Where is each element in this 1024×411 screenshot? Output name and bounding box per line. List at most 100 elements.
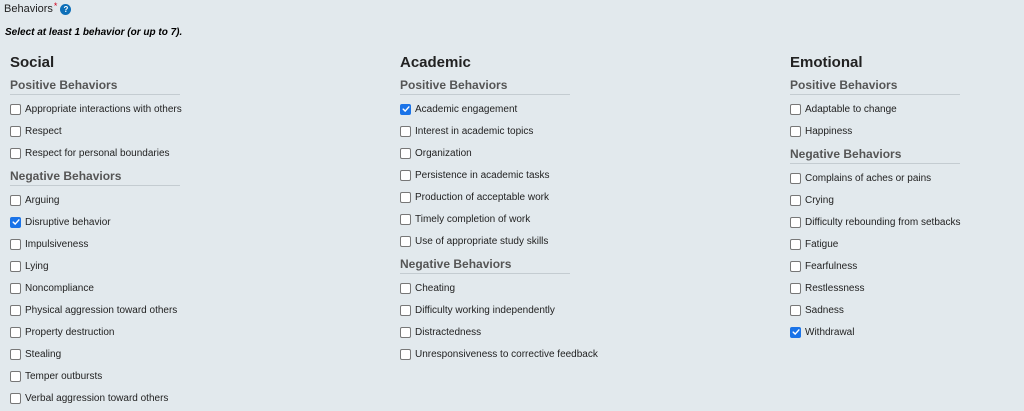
checkbox-checked[interactable] — [790, 326, 801, 338]
checkbox[interactable] — [10, 103, 21, 115]
checkbox[interactable] — [790, 282, 801, 294]
checkmark-icon — [791, 329, 800, 335]
behavior-option-label: Fatigue — [805, 238, 839, 250]
behavior-group: Negative Behaviors Cheating Difficulty wor… — [400, 257, 660, 365]
behavior-option[interactable]: Sadness — [790, 299, 1024, 321]
behavior-option[interactable]: Use of appropriate study skills — [400, 230, 660, 252]
behavior-group: Negative Behaviors Arguing Disruptive beha… — [10, 169, 270, 409]
behavior-option-label: Arguing — [25, 194, 60, 206]
behavior-option[interactable]: Crying — [790, 189, 1024, 211]
behavior-option-label: Sadness — [805, 304, 844, 316]
group-title: Positive Behaviors — [400, 78, 570, 95]
checkbox[interactable] — [790, 216, 801, 228]
field-label-text: Behaviors — [4, 3, 53, 15]
behavior-option[interactable]: Difficulty working independently — [400, 299, 660, 321]
selection-instruction: Select at least 1 behavior (or up to 7). — [5, 27, 183, 38]
behavior-option-label: Withdrawal — [805, 326, 855, 338]
behavior-option[interactable]: Fatigue — [790, 233, 1024, 255]
behavior-option-label: Distractedness — [415, 326, 482, 338]
checkbox[interactable] — [400, 213, 411, 225]
checkbox[interactable] — [10, 348, 21, 360]
checkbox[interactable] — [10, 326, 21, 338]
behavior-option[interactable]: Interest in academic topics — [400, 120, 660, 142]
checkbox[interactable] — [10, 392, 21, 404]
behavior-option[interactable]: Academic engagement — [400, 98, 660, 120]
behavior-option-label: Adaptable to change — [805, 103, 897, 115]
behavior-option[interactable]: Happiness — [790, 120, 1024, 142]
behavior-option[interactable]: Temper outbursts — [10, 365, 270, 387]
behavior-option-label: Timely completion of work — [415, 213, 531, 225]
behavior-option[interactable]: Persistence in academic tasks — [400, 164, 660, 186]
behavior-option[interactable]: Timely completion of work — [400, 208, 660, 230]
column-academic: Academic Positive Behaviors Academic engag… — [400, 53, 660, 365]
behavior-option[interactable]: Respect — [10, 120, 270, 142]
behavior-option-label: Cheating — [415, 282, 456, 294]
checkbox[interactable] — [790, 103, 801, 115]
behavior-option[interactable]: Noncompliance — [10, 277, 270, 299]
behavior-option[interactable]: Distractedness — [400, 321, 660, 343]
behavior-option[interactable]: Production of acceptable work — [400, 186, 660, 208]
behavior-option[interactable]: Withdrawal — [790, 321, 1024, 343]
checkbox[interactable] — [400, 348, 411, 360]
checkbox[interactable] — [790, 304, 801, 316]
required-asterisk: * — [53, 1, 58, 11]
checkbox[interactable] — [400, 169, 411, 181]
behavior-option[interactable]: Adaptable to change — [790, 98, 1024, 120]
behavior-option-label: Organization — [415, 147, 472, 159]
column-emotional: Emotional Positive Behaviors Adaptable to … — [790, 53, 1024, 343]
checkbox-checked[interactable] — [10, 216, 21, 228]
checkbox[interactable] — [790, 172, 801, 184]
behavior-option[interactable]: Lying — [10, 255, 270, 277]
behavior-option[interactable]: Impulsiveness — [10, 233, 270, 255]
behavior-option[interactable]: Difficulty rebounding from setbacks — [790, 211, 1024, 233]
checkbox[interactable] — [10, 370, 21, 382]
behavior-option[interactable]: Restlessness — [790, 277, 1024, 299]
behavior-option[interactable]: Complains of aches or pains — [790, 167, 1024, 189]
behavior-option[interactable]: Verbal aggression toward others — [10, 387, 270, 409]
behavior-option-label: Property destruction — [25, 326, 115, 338]
checkbox-checked[interactable] — [400, 103, 411, 115]
checkbox[interactable] — [400, 147, 411, 159]
behavior-option[interactable]: Arguing — [10, 189, 270, 211]
checkbox[interactable] — [10, 147, 21, 159]
behavior-option-label: Complains of aches or pains — [805, 172, 932, 184]
checkbox[interactable] — [10, 282, 21, 294]
checkbox[interactable] — [400, 191, 411, 203]
behavior-option-label: Crying — [805, 194, 834, 206]
checkbox[interactable] — [10, 304, 21, 316]
checkbox[interactable] — [790, 125, 801, 137]
checkbox[interactable] — [790, 238, 801, 250]
checkbox[interactable] — [790, 260, 801, 272]
checkbox[interactable] — [10, 238, 21, 250]
behavior-option-label: Temper outbursts — [25, 370, 103, 382]
checkbox[interactable] — [400, 125, 411, 137]
behavior-option[interactable]: Organization — [400, 142, 660, 164]
behavior-option[interactable]: Respect for personal boundaries — [10, 142, 270, 164]
group-title: Negative Behaviors — [400, 257, 570, 274]
behavior-option[interactable]: Disruptive behavior — [10, 211, 270, 233]
behavior-option[interactable]: Cheating — [400, 277, 660, 299]
behavior-option-label: Difficulty rebounding from setbacks — [805, 216, 961, 228]
column-title: Social — [10, 54, 55, 71]
behavior-option[interactable]: Stealing — [10, 343, 270, 365]
checkbox[interactable] — [10, 260, 21, 272]
behavior-option[interactable]: Appropriate interactions with others — [10, 98, 270, 120]
behavior-option[interactable]: Unresponsiveness to corrective feedback — [400, 343, 660, 365]
checkbox[interactable] — [400, 235, 411, 247]
behavior-option[interactable]: Fearfulness — [790, 255, 1024, 277]
behavior-option[interactable]: Property destruction — [10, 321, 270, 343]
checkbox[interactable] — [10, 194, 21, 206]
behavior-option-label: Stealing — [25, 348, 62, 360]
behavior-option-label: Unresponsiveness to corrective feedback — [415, 348, 598, 360]
help-icon[interactable]: ? — [60, 3, 72, 15]
behavior-option-label: Use of appropriate study skills — [415, 235, 549, 247]
checkbox[interactable] — [400, 326, 411, 338]
checkbox[interactable] — [400, 304, 411, 316]
checkbox[interactable] — [790, 194, 801, 206]
behavior-group: Positive Behaviors Appropriate interactio… — [10, 78, 270, 164]
checkbox[interactable] — [400, 282, 411, 294]
column-title: Emotional — [790, 54, 863, 71]
behavior-option[interactable]: Physical aggression toward others — [10, 299, 270, 321]
behavior-group: Positive Behaviors Academic engagement Int… — [400, 78, 660, 252]
checkbox[interactable] — [10, 125, 21, 137]
